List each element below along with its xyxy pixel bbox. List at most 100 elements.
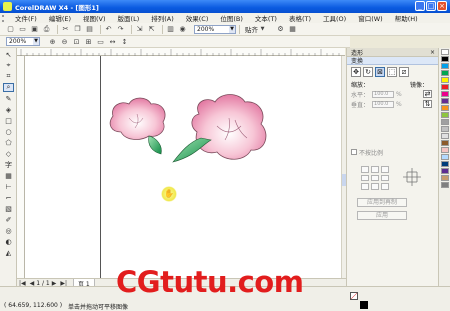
mirror-horizontal-icon[interactable]: ⇄ xyxy=(423,90,432,98)
color-swatch[interactable] xyxy=(441,168,449,174)
docker-tab-transform[interactable]: 变换 xyxy=(347,57,438,65)
app-launcher-icon[interactable]: ▥ xyxy=(166,25,175,34)
chevron-down-icon[interactable]: ▼ xyxy=(258,25,267,34)
proportional-checkbox[interactable] xyxy=(351,149,357,155)
options-icon[interactable]: ⚙ xyxy=(276,25,285,34)
skew-icon[interactable]: ⧄ xyxy=(399,67,409,77)
menu-window[interactable]: 窗口(W) xyxy=(352,13,389,23)
interactive-blend-tool-icon[interactable]: ▧ xyxy=(3,204,14,213)
color-swatch[interactable] xyxy=(441,49,449,55)
color-swatch[interactable] xyxy=(441,98,449,104)
undo-icon[interactable]: ↶ xyxy=(104,25,113,34)
smart-fill-tool-icon[interactable]: ◈ xyxy=(3,105,14,114)
color-swatch[interactable] xyxy=(441,133,449,139)
menu-effects[interactable]: 效果(C) xyxy=(180,13,215,23)
mirror-vertical-icon[interactable]: ⇅ xyxy=(423,100,432,108)
horizontal-ruler[interactable] xyxy=(17,48,345,56)
table-tool-icon[interactable]: ▦ xyxy=(3,171,14,180)
menu-view[interactable]: 视图(V) xyxy=(77,13,112,23)
color-swatch[interactable] xyxy=(441,182,449,188)
paste-icon[interactable]: ▤ xyxy=(85,25,94,34)
menu-arrange[interactable]: 排列(A) xyxy=(145,13,180,23)
zoom-selected-icon[interactable]: ⊡ xyxy=(72,37,81,46)
outline-tool-icon[interactable]: ◎ xyxy=(3,226,14,235)
color-swatch[interactable] xyxy=(441,105,449,111)
menu-edit[interactable]: 编辑(E) xyxy=(43,13,77,23)
scale-mirror-icon[interactable]: ⊠ xyxy=(375,67,385,77)
text-tool-icon[interactable]: 字 xyxy=(3,160,14,169)
freehand-tool-icon[interactable]: ✎ xyxy=(3,94,14,103)
menu-table[interactable]: 表格(T) xyxy=(283,13,317,23)
outline-indicator-icon[interactable] xyxy=(360,301,368,309)
menu-file[interactable]: 文件(F) xyxy=(9,13,43,23)
crop-tool-icon[interactable]: ⌗ xyxy=(3,72,14,81)
polygon-tool-icon[interactable]: ⬠ xyxy=(3,138,14,147)
color-swatch[interactable] xyxy=(441,112,449,118)
vertical-ruler[interactable] xyxy=(17,56,25,278)
color-swatch[interactable] xyxy=(441,70,449,76)
color-swatch[interactable] xyxy=(441,84,449,90)
color-swatch[interactable] xyxy=(441,175,449,181)
color-swatch[interactable] xyxy=(441,119,449,125)
anchor-grid[interactable] xyxy=(361,166,389,190)
print-icon[interactable]: ⎙ xyxy=(42,25,51,34)
import-icon[interactable]: ⇲ xyxy=(135,25,144,34)
menu-tools[interactable]: 工具(O) xyxy=(317,13,352,23)
basic-shapes-tool-icon[interactable]: ◇ xyxy=(3,149,14,158)
fill-indicator-icon[interactable] xyxy=(350,292,358,300)
size-icon[interactable]: ⬚ xyxy=(387,67,397,77)
pick-tool-icon[interactable]: ↖ xyxy=(3,50,14,59)
cut-icon[interactable]: ✂ xyxy=(61,25,70,34)
corel-online-icon[interactable]: ◉ xyxy=(178,25,187,34)
menu-layout[interactable]: 版面(L) xyxy=(112,13,146,23)
ellipse-tool-icon[interactable]: ○ xyxy=(3,127,14,136)
color-swatch[interactable] xyxy=(441,161,449,167)
zoom-page-icon[interactable]: ▭ xyxy=(96,37,105,46)
menu-text[interactable]: 文本(T) xyxy=(249,13,283,23)
color-swatch[interactable] xyxy=(441,147,449,153)
fill-tool-icon[interactable]: ◐ xyxy=(3,237,14,246)
zoom-level-combo[interactable]: 200% ▼ xyxy=(194,24,236,34)
drawing-canvas[interactable]: ✋ xyxy=(25,56,341,278)
interactive-fill-tool-icon[interactable]: ◭ xyxy=(3,248,14,257)
color-swatch[interactable] xyxy=(441,63,449,69)
minimize-button[interactable]: _ xyxy=(415,1,425,11)
save-icon[interactable]: ▣ xyxy=(30,25,39,34)
eyedropper-tool-icon[interactable]: ✐ xyxy=(3,215,14,224)
zoom-in-icon[interactable]: ⊕ xyxy=(48,37,57,46)
close-icon[interactable]: × xyxy=(430,49,435,56)
position-icon[interactable]: ✥ xyxy=(351,67,361,77)
redo-icon[interactable]: ↷ xyxy=(116,25,125,34)
new-document-icon[interactable]: ▢ xyxy=(6,25,15,34)
menu-bitmaps[interactable]: 位图(B) xyxy=(214,13,249,23)
maximize-button[interactable]: □ xyxy=(426,1,436,11)
apply-to-duplicate-button[interactable]: 应用到再制 xyxy=(357,198,407,207)
menu-help[interactable]: 帮助(H) xyxy=(389,13,424,23)
horizontal-scale-input[interactable]: 100.0 xyxy=(372,90,395,98)
color-swatch[interactable] xyxy=(441,56,449,62)
zoom-level-combo-property[interactable]: 200% ▼ xyxy=(6,37,40,46)
copy-icon[interactable]: ❐ xyxy=(73,25,82,34)
color-swatch[interactable] xyxy=(441,126,449,132)
zoom-height-icon[interactable]: ↕ xyxy=(120,37,129,46)
close-button[interactable]: × xyxy=(437,1,447,11)
zoom-width-icon[interactable]: ↔ xyxy=(108,37,117,46)
open-folder-icon[interactable]: ▭ xyxy=(18,25,27,34)
connector-tool-icon[interactable]: ⌐ xyxy=(3,193,14,202)
rectangle-tool-icon[interactable]: □ xyxy=(3,116,14,125)
export-icon[interactable]: ⇱ xyxy=(147,25,156,34)
color-swatch[interactable] xyxy=(441,77,449,83)
zoom-tool-icon[interactable]: ⌕ xyxy=(3,83,14,92)
color-swatch[interactable] xyxy=(441,91,449,97)
color-swatch[interactable] xyxy=(441,140,449,146)
dimension-tool-icon[interactable]: ⊢ xyxy=(3,182,14,191)
snap-to-label[interactable]: 贴齐 xyxy=(245,24,258,34)
grid-icon[interactable]: ▦ xyxy=(288,25,297,34)
rotate-icon[interactable]: ↻ xyxy=(363,67,373,77)
apply-button[interactable]: 应用 xyxy=(357,211,407,220)
shape-tool-icon[interactable]: ⌖ xyxy=(3,61,14,70)
zoom-out-icon[interactable]: ⊖ xyxy=(60,37,69,46)
zoom-all-icon[interactable]: ⊞ xyxy=(84,37,93,46)
color-swatch[interactable] xyxy=(441,154,449,160)
vertical-scale-input[interactable]: 100.0 xyxy=(372,100,395,108)
